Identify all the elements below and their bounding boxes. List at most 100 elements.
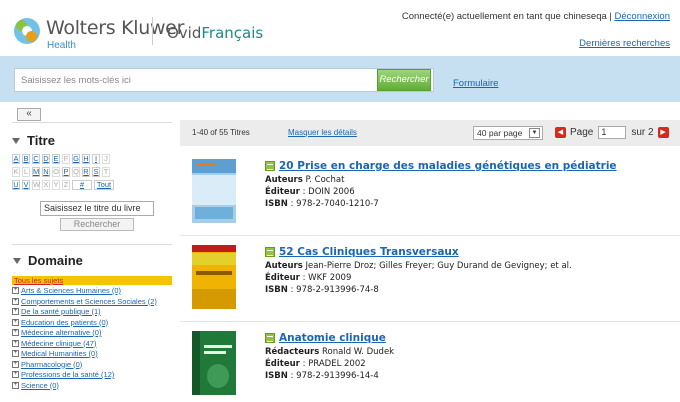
expand-plus-icon[interactable]: + (12, 350, 19, 357)
alphabet-letter-m[interactable]: M (32, 167, 40, 177)
prev-page-icon[interactable]: ◀ (555, 127, 566, 138)
expand-plus-icon[interactable]: + (12, 371, 19, 378)
domain-link[interactable]: Education des patients (0) (21, 318, 108, 328)
result-info: Anatomie clinique Rédacteurs Ronald W. D… (265, 332, 395, 381)
domain-item: + Professions de la santé (12) (12, 370, 172, 380)
alphabet-letter-n[interactable]: N (42, 167, 50, 177)
titre-panel: Titre A B C D E F G H I J K L M N O P Q R S T U V W X Y Z # Tout Sa… (12, 122, 172, 236)
domain-link[interactable]: Medical Humanities (0) (21, 349, 98, 359)
domain-link[interactable]: Comportements et Sciences Sociales (2) (21, 297, 157, 307)
domain-link[interactable]: Médecine alternative (0) (21, 328, 101, 338)
connected-status: Connecté(e) actuellement en tant que chi… (401, 11, 670, 22)
domain-link[interactable]: Professions de la santé (12) (21, 370, 114, 380)
result-item: Anatomie clinique Rédacteurs Ronald W. D… (180, 326, 680, 402)
domain-item: + Pharmacologie (0) (12, 360, 172, 370)
expand-plus-icon[interactable]: + (12, 318, 19, 326)
result-isbn: 978-2-913996-14-4 (296, 371, 379, 381)
result-item: 52 Cas Cliniques Transversaux Auteurs Je… (180, 240, 680, 322)
result-publisher: DOIN 2006 (308, 187, 355, 197)
alphabet-letter-tout[interactable]: Tout (94, 180, 114, 190)
logout-link[interactable]: Déconnexion (615, 11, 670, 22)
alphabet-letter-j: J (102, 154, 110, 164)
expand-plus-icon[interactable]: + (12, 329, 19, 336)
alphabet-letter-r[interactable]: R (82, 167, 90, 177)
alphabet-letter-k: K (12, 167, 20, 177)
domain-link[interactable]: Pharmacologie (0) (21, 360, 82, 370)
alphabet-letter-u[interactable]: U (12, 180, 20, 190)
domain-item: + Médecine clinique (47) (12, 339, 172, 349)
result-info: 52 Cas Cliniques Transversaux Auteurs Je… (265, 246, 572, 295)
search-button[interactable]: Rechercher (377, 69, 431, 91)
expand-plus-icon[interactable]: + (12, 308, 19, 315)
domain-link[interactable]: Médecine clinique (47) (21, 339, 96, 349)
alphabet-letter-h[interactable]: H (82, 154, 90, 164)
result-title-link[interactable]: 52 Cas Cliniques Transversaux (279, 246, 459, 258)
alphabet-row: U V W X Y Z # Tout (12, 180, 172, 193)
search-bar: Saisissez les mots-clés ici Rechercher F… (0, 56, 680, 102)
domain-link[interactable]: De la santé publique (1) (21, 307, 101, 317)
expand-plus-icon[interactable]: + (12, 360, 19, 368)
domaine-panel: Domaine Tous les sujets + Arts & Sciences… (12, 244, 172, 390)
alphabet-letter-e[interactable]: E (52, 154, 60, 164)
alphabet-letter-c[interactable]: C (32, 154, 40, 164)
alphabet-letter-b[interactable]: B (22, 154, 30, 164)
domain-link[interactable]: Science (0) (21, 381, 59, 391)
domain-item: + Comportements et Sciences Sociales (2) (12, 297, 172, 307)
titre-heading[interactable]: Titre (12, 133, 172, 148)
result-editors: Ronald W. Dudek (322, 347, 395, 357)
alphabet-letter-i[interactable]: I (92, 154, 100, 164)
expand-plus-icon[interactable]: + (12, 297, 19, 305)
expand-plus-icon[interactable]: + (12, 339, 19, 347)
domain-list: + Arts & Sciences Humaines (0) + Comporteme… (12, 286, 172, 390)
result-title-link[interactable]: Anatomie clinique (279, 332, 386, 344)
book-icon (265, 333, 275, 343)
book-title-input[interactable]: Saisissez le titre du livre (40, 201, 154, 216)
alphabet-letter-z: Z (62, 180, 70, 190)
alphabet-letter-hash[interactable]: # (72, 180, 92, 190)
header: Wolters Kluwer Health OvidFrançais Conne… (0, 0, 680, 56)
book-search-button[interactable]: Rechercher (60, 218, 134, 231)
alphabet-index: A B C D E F G H I J K L M N O P Q R S T U V W X Y Z # Tout (12, 154, 172, 193)
form-link[interactable]: Formulaire (453, 78, 498, 89)
domain-item: + Medical Humanities (0) (12, 349, 172, 359)
domain-link[interactable]: Arts & Sciences Humaines (0) (21, 286, 121, 296)
alphabet-letter-p[interactable]: P (62, 167, 70, 177)
alphabet-letter-s[interactable]: S (92, 167, 100, 177)
book-cover-image[interactable] (192, 245, 236, 309)
wolters-kluwer-logo[interactable]: Wolters Kluwer Health (14, 17, 185, 51)
domain-item: + Education des patients (0) (12, 318, 172, 328)
page-number-input[interactable]: 1 (598, 126, 627, 139)
recent-searches-link[interactable]: Dernières recherches (579, 38, 670, 49)
alphabet-row: KLMNOPQRST (12, 167, 172, 180)
alphabet-letter-o: O (52, 167, 60, 177)
book-cover-image[interactable] (192, 159, 236, 223)
result-title-link[interactable]: 20 Prise en charge des maladies génétiqu… (279, 160, 617, 172)
domaine-heading[interactable]: Domaine (13, 253, 172, 268)
expand-plus-icon[interactable]: + (12, 287, 19, 294)
page-of-label: sur 2 (631, 127, 654, 138)
result-authors: Jean-Pierre Droz; Gilles Freyer; Guy Dur… (305, 261, 572, 271)
collapse-triangle-icon (12, 137, 20, 144)
alphabet-letter-w: W (32, 180, 41, 190)
per-page-select[interactable]: 40 par page ▼ (473, 126, 543, 140)
alphabet-letter-v[interactable]: V (22, 180, 30, 190)
logo-text: Wolters Kluwer (46, 17, 185, 39)
alphabet-letter-a[interactable]: A (12, 154, 20, 164)
book-cover-image[interactable] (192, 331, 236, 395)
alphabet-letter-g[interactable]: G (72, 154, 80, 164)
next-page-icon[interactable]: ▶ (657, 127, 669, 138)
collapse-sidebar-button[interactable]: « (17, 108, 41, 121)
expand-plus-icon[interactable]: + (12, 381, 19, 389)
alphabet-letter-x: X (42, 180, 50, 190)
results-panel: 1-40 of 55 Titres Masquer les détails 40… (180, 120, 680, 402)
collapse-triangle-icon (13, 257, 21, 264)
domain-item: + Médecine alternative (0) (12, 328, 172, 338)
ovid-brand: OvidFrançais (167, 24, 264, 42)
alphabet-letter-q: Q (72, 167, 80, 177)
search-input[interactable]: Saisissez les mots-clés ici (14, 68, 434, 92)
alphabet-letter-t: T (102, 167, 110, 177)
all-subjects-link[interactable]: Tous les sujets (12, 276, 172, 285)
result-item: 20 Prise en charge des maladies génétiqu… (180, 154, 680, 236)
hide-details-link[interactable]: Masquer les détails (288, 128, 357, 137)
alphabet-letter-d[interactable]: D (42, 154, 50, 164)
